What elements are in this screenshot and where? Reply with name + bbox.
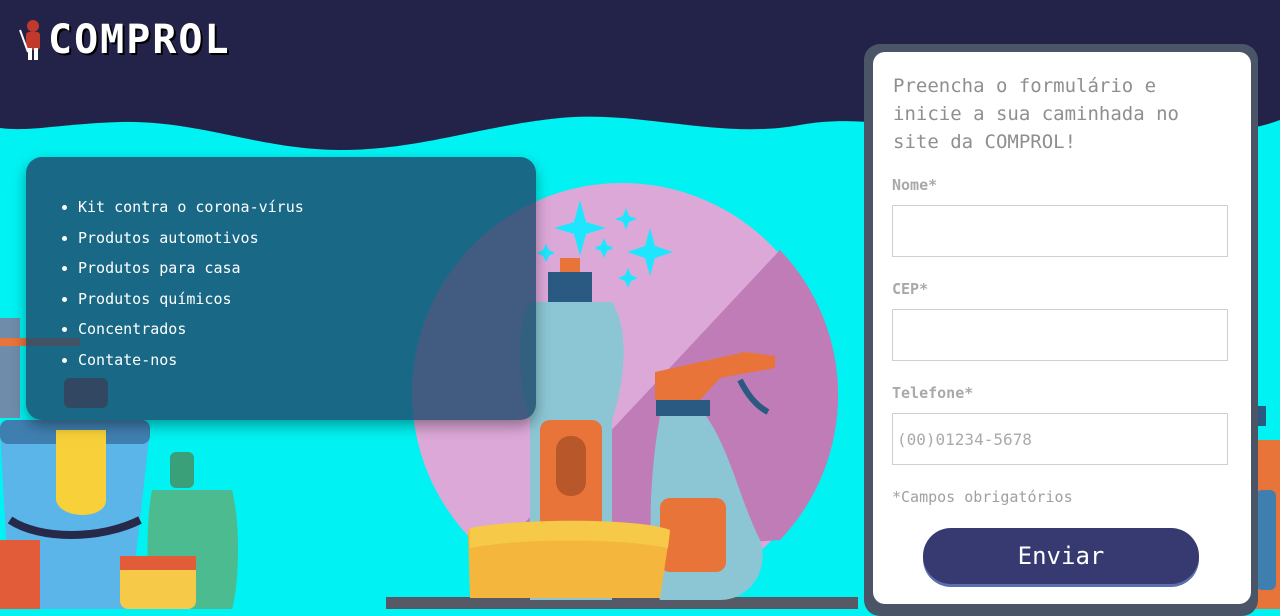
mascot-icon (19, 20, 40, 60)
category-menu: Kit contra o corona-vírus Produtos autom… (26, 157, 536, 420)
menu-item-automotivos[interactable]: Produtos automotivos (78, 226, 536, 257)
menu-item-concentrados[interactable]: Concentrados (78, 317, 536, 348)
menu-item-kit-corona[interactable]: Kit contra o corona-vírus (78, 195, 536, 226)
submit-button[interactable]: Enviar (923, 528, 1199, 584)
telefone-input[interactable] (892, 413, 1228, 465)
menu-item-quimicos[interactable]: Produtos químicos (78, 287, 536, 318)
nome-label: Nome* (892, 176, 938, 194)
menu-item-contate[interactable]: Contate-nos (78, 348, 536, 379)
nome-input[interactable] (892, 205, 1228, 257)
telefone-label: Telefone* (892, 384, 974, 402)
menu-item-casa[interactable]: Produtos para casa (78, 256, 536, 287)
required-fields-note: *Campos obrigatórios (892, 488, 1073, 506)
brand-logo[interactable]: COMPROL (16, 18, 231, 62)
brand-name: COMPROL (48, 17, 231, 63)
cep-label: CEP* (892, 280, 929, 298)
floor (386, 597, 858, 609)
form-heading: Preencha o formulário e inicie a sua cam… (893, 75, 1179, 153)
cep-input[interactable] (892, 309, 1228, 361)
sponge-illustration (468, 520, 670, 598)
signup-form: Preencha o formulário e inicie a sua cam… (873, 52, 1251, 604)
